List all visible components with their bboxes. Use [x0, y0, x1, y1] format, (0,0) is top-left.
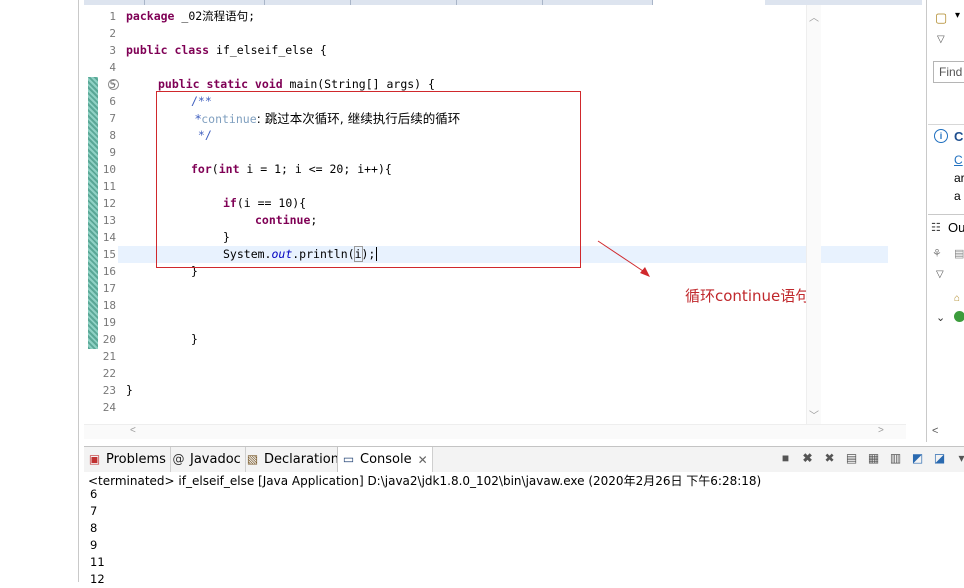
info-panel: i C C ar a: [928, 124, 964, 213]
console-status-line: <terminated> if_elseif_else [Java Applic…: [84, 472, 964, 490]
find-input[interactable]: Find: [933, 61, 964, 83]
code-line-class[interactable]: public class if_elseif_else {: [126, 42, 327, 59]
package-icon: ⚘: [932, 248, 942, 260]
change-indicator-bar: [88, 77, 98, 349]
clear-console-icon[interactable]: ▤: [842, 449, 861, 468]
info-text: ar: [954, 171, 964, 185]
remove-launch-icon[interactable]: ✖: [798, 449, 817, 468]
line-number: 21: [102, 350, 116, 363]
console-output-line: 8: [90, 521, 98, 535]
keyword: public static void: [158, 77, 283, 91]
line-number: 3: [109, 44, 116, 57]
scroll-right-icon[interactable]: >: [878, 425, 884, 436]
line-number: 20: [102, 333, 116, 346]
scroll-lock-icon[interactable]: ▦: [864, 449, 883, 468]
annotation-arrow-icon: [597, 240, 650, 277]
code-text: main(String[] args) {: [282, 77, 435, 91]
info-icon: i: [934, 129, 948, 143]
line-number: 16: [102, 265, 116, 278]
remove-all-icon[interactable]: ✖: [820, 449, 839, 468]
scroll-left-icon[interactable]: <: [932, 425, 938, 437]
line-number-gutter: 1 2 3 4 5 6 7 8 9 10 11 12 13 14 15 16 1…: [84, 5, 118, 429]
editor-vertical-scrollbar[interactable]: ︿ ﹀: [806, 5, 821, 424]
line-number: 14: [102, 231, 116, 244]
line-number: 18: [102, 299, 116, 312]
annotation-highlight-box: [156, 91, 581, 268]
line-number: 4: [109, 61, 116, 74]
line-number: 2: [109, 27, 116, 40]
tab-label: Console: [360, 452, 412, 467]
close-icon[interactable]: ✕: [418, 453, 428, 467]
line-number: 15: [102, 248, 116, 261]
line-number: 10: [102, 163, 116, 176]
line-number: 23: [102, 384, 116, 397]
code-text: _02流程语句;: [174, 9, 256, 23]
tab-label: Javadoc: [190, 452, 241, 467]
line-number: 9: [109, 146, 116, 159]
tab-label: Declaration: [264, 452, 339, 467]
line-number: 19: [102, 316, 116, 329]
code-line-class-close[interactable]: }: [126, 382, 133, 399]
outline-title[interactable]: Ou: [948, 220, 964, 235]
line-number: 22: [102, 367, 116, 380]
annotation-label: 循环continue语句: [685, 287, 811, 305]
line-number: 11: [102, 180, 116, 193]
scroll-down-icon[interactable]: ﹀: [809, 407, 819, 422]
console-output-line: 7: [90, 504, 98, 518]
pin-console-icon[interactable]: ◩: [908, 449, 927, 468]
declaration-icon: ▧: [246, 452, 259, 466]
line-number: 13: [102, 214, 116, 227]
console-toolbar: ■ ✖ ✖ ▤ ▦ ▥ ◩ ◪ ▾: [776, 449, 964, 468]
console-output-line: 9: [90, 538, 98, 552]
info-link[interactable]: C: [954, 153, 963, 167]
keyword: public class: [126, 43, 210, 57]
console-output-line: 12: [90, 572, 105, 586]
line-number: 6: [109, 95, 116, 108]
outline-panel: ☷ Ou ⚘ ▤ ▽ ⌂ ⌄ <: [928, 214, 964, 443]
keyword: package: [126, 9, 175, 23]
tab-javadoc[interactable]: @ Javadoc: [168, 447, 246, 472]
toolbar-icon[interactable]: ▤: [954, 247, 964, 260]
left-blank-area: [0, 0, 79, 582]
line-number: 12: [102, 197, 116, 210]
editor-horizontal-scrollbar[interactable]: < >: [84, 424, 906, 439]
line-number: 1: [109, 10, 116, 23]
code-line-package[interactable]: package _02流程语句;: [126, 8, 255, 25]
info-title: C: [954, 129, 964, 144]
tab-problems[interactable]: ▣ Problems: [84, 447, 171, 472]
code-text: if_elseif_else {: [209, 43, 327, 57]
line-number: 8: [109, 129, 116, 142]
line-number: 17: [102, 282, 116, 295]
console-icon: ▭: [342, 452, 355, 466]
expand-icon[interactable]: ⌄: [936, 311, 945, 324]
at-icon: @: [172, 452, 185, 466]
class-icon: [954, 311, 964, 322]
terminate-icon[interactable]: ■: [776, 449, 795, 468]
scroll-left-icon[interactable]: <: [130, 425, 136, 436]
info-text: a: [954, 189, 961, 203]
dropdown-icon[interactable]: ▾: [952, 449, 964, 468]
display-console-icon[interactable]: ◪: [930, 449, 949, 468]
line-number: 7: [109, 112, 116, 125]
tab-label: Problems: [106, 452, 166, 467]
chevron-down-icon[interactable]: ▽: [937, 34, 945, 45]
console-output-line: 6: [90, 487, 98, 501]
tab-declaration[interactable]: ▧ Declaration: [242, 447, 344, 472]
console-tab-bar: ▣ Problems @ Javadoc ▧ Declaration ▭ Con…: [84, 446, 964, 473]
code-line-main-close[interactable]: }: [191, 331, 198, 348]
dropdown-icon[interactable]: ▾: [955, 10, 960, 21]
word-wrap-icon[interactable]: ▥: [886, 449, 905, 468]
tab-console[interactable]: ▭ Console ✕: [337, 447, 433, 472]
problems-icon: ▣: [88, 452, 101, 466]
import-icon: ⌂: [954, 293, 961, 304]
fold-collapse-icon[interactable]: −: [108, 79, 119, 90]
line-number: 24: [102, 401, 116, 414]
console-output[interactable]: 6 7 8 9 11 12: [84, 487, 964, 586]
console-output-line: 11: [90, 555, 105, 569]
scroll-up-icon[interactable]: ︿: [809, 9, 819, 24]
new-task-icon[interactable]: ▢: [935, 10, 947, 26]
outline-icon: ☷: [931, 222, 941, 234]
chevron-down-icon[interactable]: ▽: [936, 269, 944, 280]
